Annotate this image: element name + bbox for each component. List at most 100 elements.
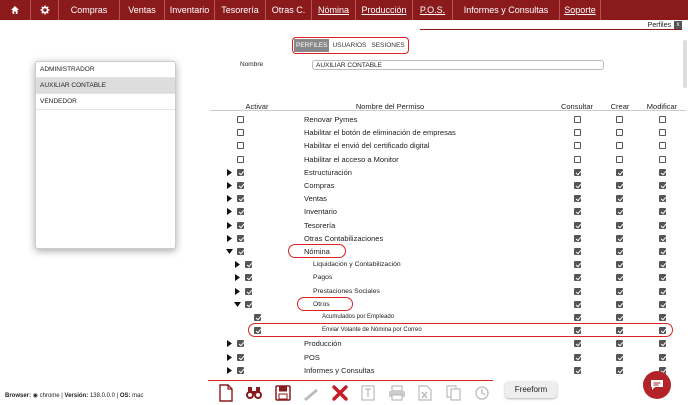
crear-checkbox[interactable] <box>616 129 623 137</box>
modificar-checkbox[interactable] <box>659 300 666 308</box>
close-icon[interactable]: x <box>674 21 682 29</box>
modificar-checkbox[interactable] <box>659 261 666 269</box>
activar-checkbox[interactable] <box>237 155 244 163</box>
modificar-checkbox[interactable] <box>659 314 666 321</box>
profile-item-administrador[interactable]: ADMINISTRADOR <box>36 62 175 78</box>
nav-item-7[interactable]: P.O.S. <box>413 0 453 20</box>
consultar-checkbox[interactable] <box>574 366 581 374</box>
expand-arrow-icon[interactable] <box>226 182 233 189</box>
activar-checkbox[interactable] <box>237 195 244 203</box>
expand-arrow-icon[interactable] <box>234 287 241 295</box>
freeform-button[interactable]: Freeform <box>505 381 557 398</box>
crear-checkbox[interactable] <box>616 116 623 123</box>
nav-item-9[interactable]: Soporte <box>560 0 601 20</box>
activar-checkbox[interactable] <box>237 182 244 189</box>
crear-checkbox[interactable] <box>616 287 623 295</box>
collapse-arrow-icon[interactable] <box>234 301 241 308</box>
consultar-checkbox[interactable] <box>574 208 581 216</box>
profile-item-vendedor[interactable]: VENDEDOR <box>36 94 175 110</box>
history-icon[interactable] <box>472 382 494 404</box>
nombre-field[interactable]: AUXILIAR CONTABLE <box>312 60 604 70</box>
activar-checkbox[interactable] <box>245 300 252 308</box>
crear-checkbox[interactable] <box>616 182 623 189</box>
crear-checkbox[interactable] <box>616 300 623 308</box>
crear-checkbox[interactable] <box>616 142 623 150</box>
expand-arrow-icon[interactable] <box>226 195 233 203</box>
modificar-checkbox[interactable] <box>659 129 666 137</box>
activar-checkbox[interactable] <box>237 366 244 374</box>
nav-item-2[interactable]: Inventario <box>165 0 215 20</box>
modificar-checkbox[interactable] <box>659 208 666 216</box>
crear-checkbox[interactable] <box>616 353 623 361</box>
nav-item-8[interactable]: Informes y Consultas <box>453 0 560 20</box>
expand-arrow-icon[interactable] <box>226 234 233 242</box>
copy-icon[interactable] <box>443 382 465 404</box>
tab-perfiles[interactable]: PERFILES <box>294 39 330 52</box>
expand-arrow-icon[interactable] <box>226 366 233 374</box>
activar-checkbox[interactable] <box>245 274 252 282</box>
edit-pencil-icon[interactable] <box>301 382 323 404</box>
crear-checkbox[interactable] <box>616 208 623 216</box>
crear-checkbox[interactable] <box>616 234 623 242</box>
modificar-checkbox[interactable] <box>659 182 666 189</box>
text-icon[interactable] <box>358 382 380 404</box>
settings-gear-icon[interactable] <box>31 0 59 20</box>
modificar-checkbox[interactable] <box>659 248 666 255</box>
consultar-checkbox[interactable] <box>574 340 581 348</box>
modificar-checkbox[interactable] <box>659 234 666 242</box>
nav-item-5[interactable]: Nómina <box>312 0 356 20</box>
nav-item-0[interactable]: Compras <box>59 0 120 20</box>
window-tab-perfiles[interactable]: Perfiles x <box>635 20 688 30</box>
crear-checkbox[interactable] <box>616 155 623 163</box>
crear-checkbox[interactable] <box>616 261 623 269</box>
expand-arrow-icon[interactable] <box>234 274 241 282</box>
activar-checkbox[interactable] <box>237 129 244 137</box>
consultar-checkbox[interactable] <box>574 261 581 269</box>
modificar-checkbox[interactable] <box>659 353 666 361</box>
consultar-checkbox[interactable] <box>574 221 581 229</box>
activar-checkbox[interactable] <box>237 221 244 229</box>
consultar-checkbox[interactable] <box>574 234 581 242</box>
modificar-checkbox[interactable] <box>659 142 666 150</box>
activar-checkbox[interactable] <box>237 168 244 176</box>
consultar-checkbox[interactable] <box>574 168 581 176</box>
consultar-checkbox[interactable] <box>574 353 581 361</box>
crear-checkbox[interactable] <box>616 248 623 255</box>
new-document-icon[interactable] <box>215 382 237 404</box>
save-icon[interactable] <box>272 382 294 404</box>
crear-checkbox[interactable] <box>616 221 623 229</box>
modificar-checkbox[interactable] <box>659 274 666 282</box>
modificar-checkbox[interactable] <box>659 340 666 348</box>
profile-item-auxiliar-contable[interactable]: AUXILIAR CONTABLE <box>36 78 175 94</box>
consultar-checkbox[interactable] <box>574 129 581 137</box>
expand-arrow-icon[interactable] <box>226 221 233 229</box>
nav-item-6[interactable]: Producción <box>356 0 413 20</box>
consultar-checkbox[interactable] <box>574 287 581 295</box>
chat-icon[interactable] <box>643 371 671 399</box>
consultar-checkbox[interactable] <box>574 300 581 308</box>
crear-checkbox[interactable] <box>616 314 623 321</box>
activar-checkbox[interactable] <box>237 116 244 123</box>
consultar-checkbox[interactable] <box>574 195 581 203</box>
consultar-checkbox[interactable] <box>574 155 581 163</box>
expand-arrow-icon[interactable] <box>226 208 233 216</box>
consultar-checkbox[interactable] <box>574 142 581 150</box>
expand-arrow-icon[interactable] <box>226 340 233 348</box>
modificar-checkbox[interactable] <box>659 195 666 203</box>
activar-checkbox[interactable] <box>237 248 244 255</box>
crear-checkbox[interactable] <box>616 195 623 203</box>
activar-checkbox[interactable] <box>237 340 244 348</box>
nav-item-4[interactable]: Otras C. <box>266 0 312 20</box>
modificar-checkbox[interactable] <box>659 155 666 163</box>
expand-arrow-icon[interactable] <box>234 261 241 269</box>
consultar-checkbox[interactable] <box>574 274 581 282</box>
scrollbar[interactable] <box>683 40 687 88</box>
modificar-checkbox[interactable] <box>659 287 666 295</box>
consultar-checkbox[interactable] <box>574 314 581 321</box>
consultar-checkbox[interactable] <box>574 248 581 255</box>
activar-checkbox[interactable] <box>237 142 244 150</box>
modificar-checkbox[interactable] <box>659 221 666 229</box>
expand-arrow-icon[interactable] <box>226 353 233 361</box>
search-binoculars-icon[interactable] <box>244 382 266 404</box>
delete-x-icon[interactable] <box>329 382 351 404</box>
